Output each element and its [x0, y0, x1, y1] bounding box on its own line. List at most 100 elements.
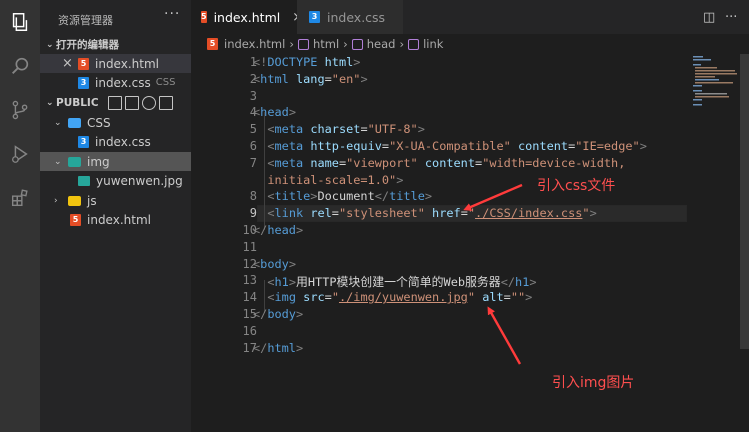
chevron-down-icon: ⌄	[54, 156, 62, 167]
open-editor-item-index-html[interactable]: × 5 index.html	[40, 54, 191, 73]
code-line[interactable]: <h1>用HTTP模块创建一个简单的Web服务器</h1>	[253, 273, 537, 290]
code-token: >	[417, 122, 425, 137]
line-number: 10	[242, 223, 257, 237]
tree-folder-css[interactable]: ⌄ CSS	[40, 113, 191, 132]
breadcrumb-item-file[interactable]: index.html	[224, 37, 285, 51]
extensions-icon[interactable]	[6, 184, 34, 212]
tab-index-css[interactable]: 3 index.css	[297, 0, 403, 34]
code-token: <	[267, 206, 275, 221]
source-control-icon[interactable]	[6, 96, 34, 124]
folder-js-icon	[68, 195, 81, 206]
code-line[interactable]: <meta http-equiv="X-UA-Compatible" conte…	[253, 139, 647, 153]
code-line[interactable]: </html>	[253, 341, 303, 355]
annotation-css-note: 引入css文件	[537, 178, 616, 194]
open-editor-item-index-css[interactable]: 3 index.css CSS	[40, 73, 191, 92]
code-line[interactable]: <img src="./img/yuwenwen.jpg" alt="">	[253, 290, 532, 304]
tree-file-index-css[interactable]: 3 index.css	[40, 132, 191, 151]
breadcrumb-separator: ›	[399, 37, 405, 51]
tree-folder-js[interactable]: › js	[40, 191, 191, 210]
code-token: ./img/yuwenwen.jpg	[338, 290, 468, 305]
code-line[interactable]: <body>	[253, 257, 296, 271]
code-token: "en"	[331, 71, 361, 86]
line-number: 7	[249, 155, 257, 170]
explorer-icon[interactable]	[6, 8, 34, 36]
minimap[interactable]	[691, 54, 739, 114]
open-editors-label: 打开的编辑器	[56, 39, 119, 51]
line-number: 16	[242, 323, 257, 338]
workspace-label: PUBLIC	[56, 96, 99, 109]
tree-file-index-html[interactable]: 5 index.html	[40, 210, 191, 229]
folder-css-icon	[68, 117, 81, 128]
open-editor-label: index.css	[95, 75, 151, 90]
code-line[interactable]: <link rel="stylesheet" href="./CSS/index…	[253, 206, 597, 221]
breadcrumb-item-html[interactable]: html	[313, 37, 339, 51]
code-token: >	[529, 275, 537, 290]
search-icon[interactable]	[6, 52, 34, 80]
tree-item-label: index.css	[95, 134, 151, 149]
code-token: http-equiv	[310, 139, 382, 153]
code-line[interactable]: <title>Document</title>	[253, 189, 432, 203]
vertical-scrollbar[interactable]	[740, 54, 749, 349]
code-line[interactable]: initial-scale=1.0">	[253, 173, 403, 187]
code-token: =	[460, 206, 468, 221]
close-icon[interactable]: ×	[62, 56, 75, 71]
open-editors-header[interactable]: ⌄ 打开的编辑器	[40, 35, 191, 54]
refresh-icon[interactable]	[142, 95, 156, 110]
code-line[interactable]: <!DOCTYPE html>	[253, 55, 360, 69]
tree-file-yuwenwen-jpg[interactable]: yuwenwen.jpg	[40, 171, 191, 190]
code-token: Document	[317, 189, 375, 204]
tree-folder-img[interactable]: ⌄ img	[40, 152, 191, 171]
tree-item-label: img	[87, 154, 110, 169]
code-token: html	[324, 55, 354, 69]
code-token: title	[274, 189, 311, 204]
code-token: >	[589, 206, 597, 221]
code-line[interactable]: <meta name="viewport" content="width=dev…	[253, 156, 625, 170]
code-token: content	[424, 155, 476, 170]
line-number: 5	[249, 122, 257, 137]
breadcrumb: 5 index.html › html › head › link	[191, 34, 749, 54]
code-token: =	[324, 290, 332, 305]
code-token: </	[253, 340, 268, 355]
code-line[interactable]: <html lang="en">	[253, 72, 368, 86]
tab-index-html[interactable]: 5 index.html ×	[191, 0, 303, 34]
new-file-icon[interactable]	[108, 95, 122, 110]
more-actions-button[interactable]: ···	[725, 10, 737, 25]
line-number: 11	[242, 239, 257, 254]
code-line[interactable]: <meta charset="UTF-8">	[253, 122, 425, 136]
code-token: =	[381, 139, 390, 153]
chevron-down-icon: ⌄	[46, 39, 54, 50]
workspace-header[interactable]: ⌄ PUBLIC	[40, 93, 191, 112]
tree-item-label: CSS	[87, 115, 111, 130]
code-token: </	[253, 307, 268, 321]
run-debug-icon[interactable]	[6, 140, 34, 168]
code-editor[interactable]: 1 2 3 4 5 6 7 8 9 10 11 12 13 14 15 16 17 <!DOCTYPE html…	[191, 54, 749, 432]
collapse-all-icon[interactable]	[159, 95, 173, 110]
breadcrumb-item-link[interactable]: link	[423, 37, 443, 51]
code-token: <	[267, 189, 275, 204]
split-editor-icon[interactable]: ◫	[703, 10, 715, 25]
editor-tab-bar: 5 index.html × 3 index.css ◫ ···	[191, 0, 749, 34]
sidebar-more-button[interactable]: ···	[164, 6, 180, 22]
line-number: 15	[242, 307, 257, 321]
open-editor-hint: CSS	[155, 77, 176, 88]
code-token: charset	[310, 122, 361, 137]
new-folder-icon[interactable]	[125, 95, 139, 110]
code-token: "	[467, 290, 476, 305]
line-number: 14	[242, 290, 257, 305]
code-token: >	[353, 55, 361, 69]
html-file-icon: 5	[207, 38, 218, 50]
code-token: title	[389, 189, 425, 204]
sidebar-title: 资源管理器	[58, 14, 113, 27]
code-line[interactable]: </body>	[253, 307, 303, 321]
code-line[interactable]: </head>	[253, 223, 303, 237]
code-line[interactable]: <head>	[253, 105, 296, 119]
breadcrumb-item-head[interactable]: head	[367, 37, 396, 51]
code-token: "	[467, 206, 476, 221]
line-number: 3	[249, 88, 257, 103]
